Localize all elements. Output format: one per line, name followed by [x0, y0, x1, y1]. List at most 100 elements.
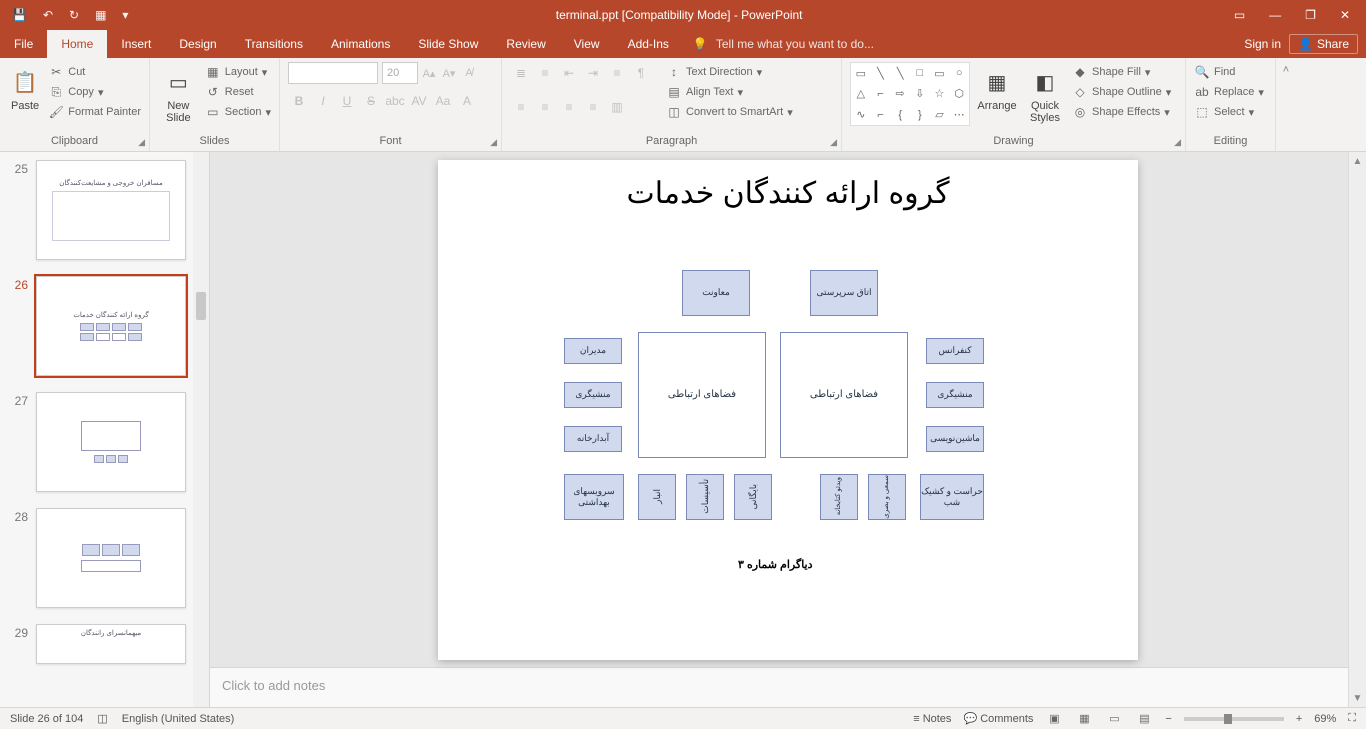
tab-transitions[interactable]: Transitions: [231, 30, 317, 58]
reset-button[interactable]: ↺Reset: [205, 84, 271, 100]
tell-me-search[interactable]: 💡 Tell me what you want to do...: [683, 37, 884, 51]
font-size-input[interactable]: 20: [382, 62, 418, 84]
align-text-button[interactable]: ▤Align Text ▾: [666, 84, 793, 100]
slide-position[interactable]: Slide 26 of 104: [10, 713, 83, 725]
drawing-dialog-launcher[interactable]: ◢: [1174, 137, 1181, 148]
diagram-box-bottom3[interactable]: تأسیسات: [686, 474, 724, 520]
format-painter-button[interactable]: 🖌Format Painter: [48, 104, 141, 120]
tab-file[interactable]: File: [0, 30, 47, 58]
tab-design[interactable]: Design: [165, 30, 230, 58]
slide-canvas[interactable]: گروه ارائه کنندگان خدمات معاونت اتاق سرپ…: [438, 160, 1138, 660]
language-status[interactable]: English (United States): [122, 713, 235, 725]
shape-effects-button[interactable]: ◎Shape Effects ▾: [1072, 104, 1171, 120]
cut-button[interactable]: ✂Cut: [48, 64, 141, 80]
numbering-button[interactable]: ≡: [534, 62, 556, 84]
slideshow-view-icon[interactable]: ▤: [1135, 711, 1153, 727]
change-case-button[interactable]: Aa: [432, 90, 454, 112]
bold-button[interactable]: B: [288, 90, 310, 112]
line-spacing-button[interactable]: ≡: [606, 62, 628, 84]
italic-button[interactable]: I: [312, 90, 334, 112]
tab-home[interactable]: Home: [47, 30, 107, 58]
tab-view[interactable]: View: [560, 30, 614, 58]
ribbon-display-options-icon[interactable]: ▭: [1234, 8, 1245, 22]
thumbnail-slide-29[interactable]: 29 میهمانسرای رانندگان: [0, 616, 209, 672]
tab-slideshow[interactable]: Slide Show: [404, 30, 492, 58]
diagram-box-center2[interactable]: فضاهای ارتباطی: [780, 332, 908, 458]
diagram-box-top2[interactable]: اتاق سرپرستی: [810, 270, 878, 316]
slide-sorter-view-icon[interactable]: ▦: [1075, 711, 1093, 727]
shapes-gallery[interactable]: ▭╲╲□▭○ △⌐⇨⇩☆⬡ ∿⌐{}▱⋯: [850, 62, 970, 126]
thumbnail-slide-27[interactable]: 27: [0, 384, 209, 500]
justify-button[interactable]: ≡: [582, 96, 604, 118]
decrease-font-icon[interactable]: A▾: [440, 62, 458, 84]
font-color-button[interactable]: A: [456, 90, 478, 112]
font-dialog-launcher[interactable]: ◢: [490, 137, 497, 148]
diagram-box-bottom4[interactable]: بایگانی: [734, 474, 772, 520]
increase-font-icon[interactable]: A▴: [420, 62, 438, 84]
decrease-indent-button[interactable]: ⇤: [558, 62, 580, 84]
diagram-box-right1[interactable]: کنفرانس: [926, 338, 984, 364]
tab-review[interactable]: Review: [492, 30, 559, 58]
char-spacing-button[interactable]: AV: [408, 90, 430, 112]
clipboard-dialog-launcher[interactable]: ◢: [138, 137, 145, 148]
tab-animations[interactable]: Animations: [317, 30, 404, 58]
diagram-box-center1[interactable]: فضاهای ارتباطی: [638, 332, 766, 458]
sign-in-link[interactable]: Sign in: [1244, 37, 1281, 51]
spellcheck-icon[interactable]: ◫: [97, 712, 107, 725]
comments-toggle[interactable]: 💬 Comments: [963, 712, 1033, 725]
thumbnails-scrollbar[interactable]: [193, 152, 209, 707]
find-button[interactable]: 🔍Find: [1194, 64, 1264, 80]
qat-more-icon[interactable]: ▾: [122, 8, 128, 22]
clear-formatting-icon[interactable]: A̸: [460, 62, 478, 84]
select-button[interactable]: ⬚Select ▾: [1194, 104, 1264, 120]
redo-icon[interactable]: ↻: [69, 8, 79, 22]
quick-styles-button[interactable]: ◧ Quick Styles: [1024, 62, 1066, 124]
notes-pane[interactable]: Click to add notes: [210, 667, 1366, 707]
diagram-box-left3[interactable]: آبدارخانه: [564, 426, 622, 452]
zoom-out-button[interactable]: −: [1165, 713, 1171, 725]
diagram-box-right2[interactable]: منشیگری: [926, 382, 984, 408]
diagram-box-bottom1[interactable]: سرویسهای بهداشتی: [564, 474, 624, 520]
diagram-box-bottom7[interactable]: حراست و کشیک شب: [920, 474, 984, 520]
zoom-slider[interactable]: [1184, 717, 1284, 721]
diagram-box-right3[interactable]: ماشین‌نویسی: [926, 426, 984, 452]
increase-indent-button[interactable]: ⇥: [582, 62, 604, 84]
zoom-in-button[interactable]: +: [1296, 713, 1302, 725]
tab-insert[interactable]: Insert: [107, 30, 165, 58]
copy-button[interactable]: ⎘Copy ▾: [48, 84, 141, 100]
thumbnail-slide-25[interactable]: 25 مسافران خروجی و مشایعت‌کنندگان: [0, 152, 209, 268]
thumbnail-slide-26[interactable]: 26 گروه ارائه کنندگان خدمات: [0, 268, 209, 384]
diagram-box-bottom5[interactable]: ویدئو کتابخانه: [820, 474, 858, 520]
text-shadow-button[interactable]: abc: [384, 90, 406, 112]
arrange-button[interactable]: ▦ Arrange: [976, 62, 1018, 112]
convert-smartart-button[interactable]: ◫Convert to SmartArt ▾: [666, 104, 793, 120]
underline-button[interactable]: U: [336, 90, 358, 112]
notes-toggle[interactable]: ≡ Notes: [913, 713, 951, 725]
share-button[interactable]: 👤 Share: [1289, 34, 1358, 54]
new-slide-button[interactable]: ▭ New Slide: [158, 62, 199, 124]
start-from-beginning-icon[interactable]: ▦: [95, 8, 106, 22]
strikethrough-button[interactable]: S: [360, 90, 382, 112]
normal-view-icon[interactable]: ▣: [1045, 711, 1063, 727]
diagram-box-left2[interactable]: منشیگری: [564, 382, 622, 408]
paste-button[interactable]: 📋 Paste: [8, 62, 42, 112]
shape-fill-button[interactable]: ◆Shape Fill ▾: [1072, 64, 1171, 80]
align-right-button[interactable]: ≡: [558, 96, 580, 118]
diagram-box-top1[interactable]: معاونت: [682, 270, 750, 316]
diagram-caption[interactable]: دیاگرام شماره ۳: [738, 558, 813, 571]
reading-view-icon[interactable]: ▭: [1105, 711, 1123, 727]
collapse-ribbon-button[interactable]: ˄: [1276, 58, 1296, 151]
diagram-box-bottom2[interactable]: انبار: [638, 474, 676, 520]
undo-icon[interactable]: ↶: [43, 8, 53, 22]
slide-title[interactable]: گروه ارائه کنندگان خدمات: [438, 160, 1138, 211]
align-left-button[interactable]: ≡: [510, 96, 532, 118]
font-family-input[interactable]: [288, 62, 378, 84]
scroll-up-icon[interactable]: ▲: [1349, 152, 1366, 170]
replace-button[interactable]: abReplace ▾: [1194, 84, 1264, 100]
tab-addins[interactable]: Add-Ins: [614, 30, 683, 58]
text-direction-button[interactable]: ↕Text Direction ▾: [666, 64, 793, 80]
zoom-level[interactable]: 69%: [1314, 713, 1336, 725]
bullets-button[interactable]: ≣: [510, 62, 532, 84]
editor-vertical-scrollbar[interactable]: ▲ ▼: [1348, 152, 1366, 707]
minimize-icon[interactable]: ―: [1269, 8, 1281, 22]
